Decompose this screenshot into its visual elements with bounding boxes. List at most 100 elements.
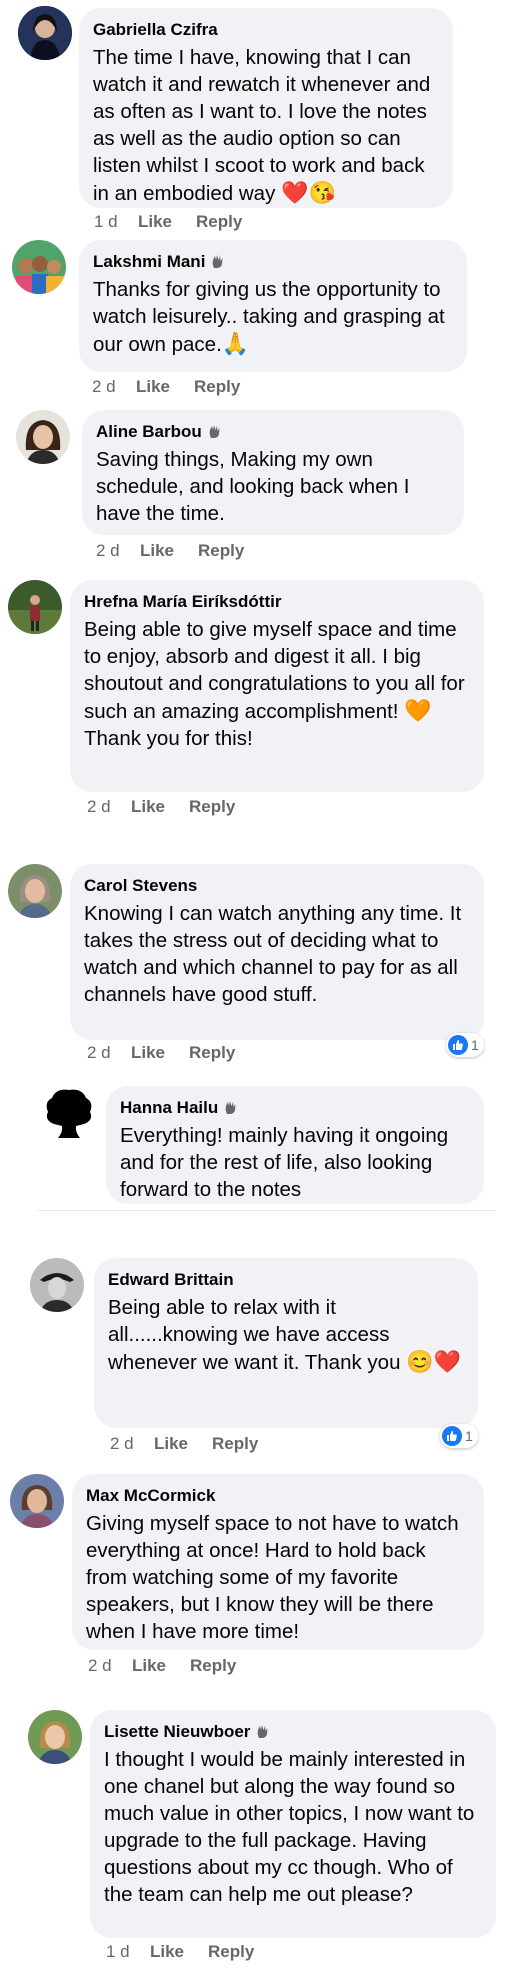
- comment-bubble: Hrefna María Eiríksdóttir Being able to …: [70, 580, 484, 792]
- avatar-photo: [12, 240, 66, 294]
- comment-text: The time I have, knowing that I can watc…: [93, 44, 439, 207]
- author-name[interactable]: Hanna Hailu: [120, 1098, 218, 1118]
- like-button[interactable]: Like: [154, 1434, 212, 1454]
- timestamp[interactable]: 2 d: [87, 797, 131, 817]
- like-button[interactable]: Like: [150, 1942, 208, 1962]
- like-button[interactable]: Like: [136, 377, 194, 397]
- like-button[interactable]: Like: [132, 1656, 190, 1676]
- reply-button[interactable]: Reply: [194, 377, 240, 397]
- waving-hand-icon: [209, 425, 220, 438]
- timestamp[interactable]: 1 d: [94, 212, 138, 232]
- like-button[interactable]: Like: [138, 212, 196, 232]
- timestamp[interactable]: 2 d: [96, 541, 140, 561]
- comment-actions: 2 d Like Reply: [87, 1043, 235, 1063]
- reply-button[interactable]: Reply: [212, 1434, 258, 1454]
- timestamp[interactable]: 1 d: [106, 1942, 150, 1962]
- reply-button[interactable]: Reply: [198, 541, 244, 561]
- comment-bubble: Hanna Hailu Everything! mainly having it…: [106, 1086, 484, 1204]
- avatar-silhouette: [46, 1089, 92, 1138]
- comment-author[interactable]: Edward Brittain: [108, 1270, 464, 1290]
- comment-bubble: Gabriella Czifra The time I have, knowin…: [79, 8, 453, 208]
- comment-author[interactable]: Lakshmi Mani: [93, 252, 453, 272]
- timestamp[interactable]: 2 d: [110, 1434, 154, 1454]
- avatar-photo: [18, 6, 72, 60]
- comment-author[interactable]: Gabriella Czifra: [93, 20, 439, 40]
- author-name[interactable]: Max McCormick: [86, 1486, 215, 1506]
- avatar[interactable]: [12, 240, 66, 294]
- comment-actions: 2 d Like Reply: [88, 1656, 236, 1676]
- avatar[interactable]: [16, 410, 70, 464]
- comment-actions: 2 d Like Reply: [96, 541, 244, 561]
- comment-text: Being able to give myself space and time…: [84, 616, 470, 752]
- avatar[interactable]: [30, 1258, 84, 1312]
- comment-author[interactable]: Hrefna María Eiríksdóttir: [84, 592, 470, 612]
- comment-author[interactable]: Carol Stevens: [84, 876, 470, 896]
- comment-text: Thanks for giving us the opportunity to …: [93, 276, 453, 358]
- comment-bubble: Lisette Nieuwboer I thought I would be m…: [90, 1710, 496, 1938]
- comment-actions: 1 d Like Reply: [106, 1942, 254, 1962]
- reaction-count[interactable]: 1: [440, 1424, 478, 1448]
- waving-hand-icon: [258, 1725, 268, 1738]
- comment-author[interactable]: Lisette Nieuwboer: [104, 1722, 482, 1742]
- reaction-number: 1: [465, 1428, 473, 1444]
- timestamp[interactable]: 2 d: [88, 1656, 132, 1676]
- thumbs-up-icon: [442, 1426, 462, 1446]
- timestamp[interactable]: 2 d: [87, 1043, 131, 1063]
- comment-bubble: Edward Brittain Being able to relax with…: [94, 1258, 478, 1428]
- divider: [38, 1210, 496, 1211]
- orange-heart-emoji: 🧡: [404, 698, 432, 723]
- comment-bubble: Lakshmi Mani Thanks for giving us the op…: [79, 240, 467, 372]
- comment-body: The time I have, knowing that I can watc…: [93, 46, 431, 205]
- comment-text: Giving myself space to not have to watch…: [86, 1512, 459, 1643]
- comment-author[interactable]: Max McCormick: [86, 1486, 470, 1506]
- comment-text: Saving things, Making my own schedule, a…: [96, 448, 410, 525]
- author-name[interactable]: Lakshmi Mani: [93, 252, 205, 272]
- comment-text: Knowing I can watch anything any time. I…: [84, 902, 462, 1006]
- waving-hand-icon: [213, 255, 223, 268]
- like-button[interactable]: Like: [131, 1043, 189, 1063]
- like-button[interactable]: Like: [140, 541, 198, 561]
- avatar-photo: [8, 864, 62, 918]
- comment-bubble: Aline Barbou Saving things, Making my ow…: [82, 410, 464, 535]
- reply-button[interactable]: Reply: [208, 1942, 254, 1962]
- avatar[interactable]: [18, 6, 72, 60]
- comment-body: Being able to relax with it all......kno…: [108, 1296, 401, 1374]
- author-name[interactable]: Hrefna María Eiríksdóttir: [84, 592, 281, 612]
- reply-button[interactable]: Reply: [190, 1656, 236, 1676]
- avatar-photo: [28, 1710, 82, 1764]
- timestamp[interactable]: 2 d: [92, 377, 136, 397]
- author-name[interactable]: Aline Barbou: [96, 422, 202, 442]
- thumbs-up-icon: [448, 1035, 468, 1055]
- author-name[interactable]: Edward Brittain: [108, 1270, 234, 1290]
- heart-wink-emoji: ❤️😘: [281, 180, 336, 205]
- comment-actions: 2 d Like Reply: [110, 1434, 258, 1454]
- reply-button[interactable]: Reply: [189, 797, 235, 817]
- like-button[interactable]: Like: [131, 797, 189, 817]
- folded-hands-emoji: 🙏: [221, 331, 250, 356]
- comment-author[interactable]: Aline Barbou: [96, 422, 450, 442]
- avatar-photo: [30, 1258, 84, 1312]
- reaction-count[interactable]: 1: [446, 1033, 484, 1057]
- author-name[interactable]: Carol Stevens: [84, 876, 197, 896]
- avatar[interactable]: [8, 864, 62, 918]
- reply-button[interactable]: Reply: [196, 212, 242, 232]
- reaction-number: 1: [471, 1037, 479, 1053]
- comment-text: Being able to relax with it all......kno…: [108, 1294, 464, 1376]
- avatar[interactable]: [42, 1086, 96, 1140]
- waving-hand-icon: [225, 1101, 236, 1114]
- comment-actions: 2 d Like Reply: [92, 377, 240, 397]
- avatar[interactable]: [8, 580, 62, 634]
- avatar[interactable]: [10, 1474, 64, 1528]
- avatar[interactable]: [28, 1710, 82, 1764]
- reply-button[interactable]: Reply: [189, 1043, 235, 1063]
- comment-text: I thought I would be mainly interested i…: [104, 1748, 475, 1906]
- comment-text: Everything! mainly having it ongoing and…: [120, 1124, 449, 1201]
- comment-actions: 2 d Like Reply: [87, 797, 235, 817]
- comment-bubble: Carol Stevens Knowing I can watch anythi…: [70, 864, 484, 1040]
- comment-body: Thanks for giving us the opportunity to …: [93, 278, 445, 356]
- avatar-photo: [8, 580, 62, 634]
- comment-author[interactable]: Hanna Hailu: [120, 1098, 470, 1118]
- author-name[interactable]: Gabriella Czifra: [93, 20, 218, 40]
- avatar-photo: [16, 410, 70, 464]
- author-name[interactable]: Lisette Nieuwboer: [104, 1722, 250, 1742]
